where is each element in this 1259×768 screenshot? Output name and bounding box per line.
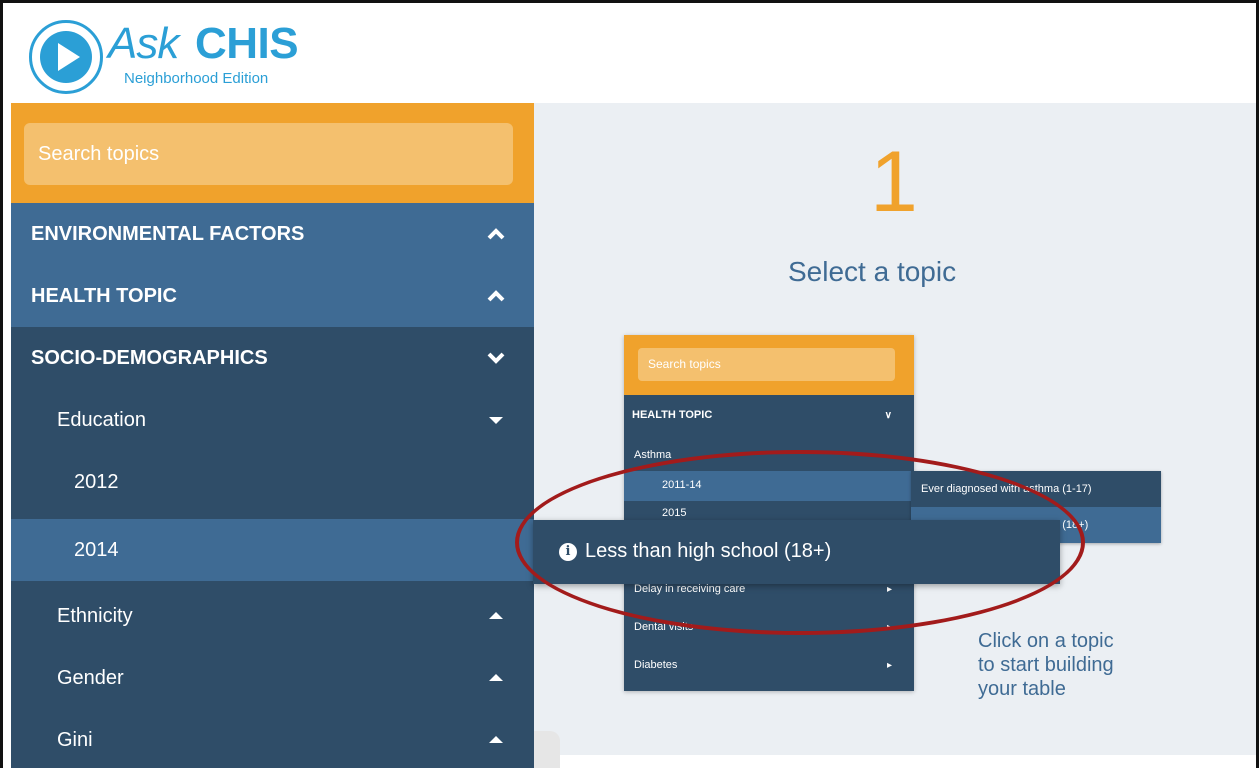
mini-item-label: Asthma <box>634 449 672 461</box>
sidebar-collapse-handle[interactable] <box>534 731 560 768</box>
step-number: 1 <box>870 134 918 230</box>
subtopic-education[interactable]: Education <box>11 389 534 451</box>
mini-item-label: 2011-14 <box>662 479 702 491</box>
category-health-topic[interactable]: HEALTH TOPIC <box>11 265 534 327</box>
subtopic-label: Gender <box>57 666 124 689</box>
mini-item: 2011-14 <box>624 471 914 501</box>
year-label: 2014 <box>74 538 119 561</box>
category-label: HEALTH TOPIC <box>31 284 177 307</box>
mini-item: 2015 <box>624 501 914 519</box>
category-label: ENVIRONMENTAL FACTORS <box>31 222 305 245</box>
mini-item-label: Diabetes <box>634 659 678 671</box>
mini-item: Asthma <box>624 441 914 471</box>
mini-item: Diabetes ▸ <box>624 651 914 681</box>
category-label: SOCIO-DEMOGRAPHICS <box>31 346 268 369</box>
year-item-2014[interactable]: 2014 <box>11 519 534 581</box>
mini-caret-right-icon: ▸ <box>886 622 892 633</box>
mini-item-label: Delay in receiving care <box>634 583 746 595</box>
mini-search-area: Search topics <box>624 335 914 395</box>
mini-caret-right-icon: ▸ <box>886 660 892 671</box>
mini-chevron-down-icon: ∨ <box>884 410 892 421</box>
mini-popup-item: Ever diagnosed with asthma (1-17) <box>921 483 1092 495</box>
mini-search-input: Search topics <box>638 348 895 381</box>
step-title: Select a topic <box>788 256 957 287</box>
caret-up-icon <box>489 612 503 619</box>
chevron-up-icon <box>487 228 505 240</box>
year-label: 2012 <box>74 470 119 493</box>
logo-ask-text[interactable]: Ask <box>108 19 179 69</box>
flyout-item-label[interactable]: Less than high school (18+) <box>585 540 831 563</box>
subtopic-label: Ethnicity <box>57 604 133 627</box>
callout-text: Click on a topic to start building your … <box>978 629 1114 701</box>
info-icon[interactable]: i <box>559 543 577 561</box>
mini-caret-right-icon: ▸ <box>886 584 892 595</box>
mini-item-label: 2015 <box>662 507 687 519</box>
category-socio-demographics[interactable]: SOCIO-DEMOGRAPHICS <box>11 327 534 389</box>
caret-up-icon <box>489 736 503 743</box>
mini-category-label: HEALTH TOPIC <box>632 409 713 421</box>
search-input[interactable] <box>24 123 513 185</box>
category-environmental-factors[interactable]: ENVIRONMENTAL FACTORS <box>11 203 534 265</box>
callout-line: to start building <box>978 654 1114 676</box>
chevron-down-icon <box>487 352 505 364</box>
subtopic-gini[interactable]: Gini <box>11 709 534 768</box>
search-area <box>11 103 534 203</box>
logo-chis-text[interactable]: CHIS <box>195 19 299 69</box>
caret-up-icon <box>489 674 503 681</box>
subtopic-flyout[interactable]: i Less than high school (18+) <box>533 520 1060 584</box>
app-frame: Ask CHIS Neighborhood Edition ENVIRONMEN… <box>0 0 1259 768</box>
header: Ask CHIS Neighborhood Edition <box>3 3 1256 103</box>
subtopic-label: Education <box>57 408 146 431</box>
mini-item-label: Dental visits <box>634 621 694 633</box>
subtopic-label: Gini <box>57 728 93 751</box>
mini-category: HEALTH TOPIC ∨ <box>624 401 914 431</box>
tutorial-illustration: Search topics HEALTH TOPIC ∨ Asthma 2011… <box>624 335 914 691</box>
mini-item: Dental visits ▸ <box>624 613 914 643</box>
callout-line: your table <box>978 678 1066 700</box>
sidebar: ENVIRONMENTAL FACTORS HEALTH TOPIC SOCIO… <box>11 103 534 768</box>
chevron-up-icon <box>487 290 505 302</box>
year-item-2012[interactable]: 2012 <box>11 451 534 513</box>
logo-subtitle: Neighborhood Edition <box>124 70 269 87</box>
subtopic-gender[interactable]: Gender <box>11 647 534 709</box>
caret-down-icon <box>489 417 503 424</box>
subtopic-ethnicity[interactable]: Ethnicity <box>11 585 534 647</box>
callout-line: Click on a topic <box>978 630 1114 652</box>
main-panel: 1 Select a topic Search topics HEALTH TO… <box>534 103 1256 755</box>
play-logo-icon[interactable] <box>29 20 103 94</box>
